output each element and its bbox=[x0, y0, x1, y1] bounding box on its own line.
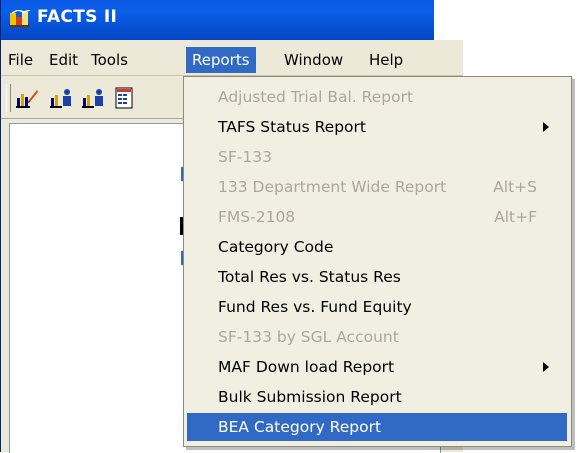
title-bar[interactable]: FACTS II bbox=[1, 0, 463, 40]
menu-file[interactable]: File bbox=[2, 47, 39, 73]
submenu-arrow-icon bbox=[543, 122, 549, 132]
menu-item-133-department-wide[interactable]: 133 Department Wide Report Alt+S bbox=[184, 173, 567, 201]
menu-item-fund-res-vs-fund-equity[interactable]: Fund Res vs. Fund Equity bbox=[184, 293, 567, 321]
window-title: FACTS II bbox=[37, 7, 118, 27]
menu-item-maf-download[interactable]: MAF Down load Report bbox=[184, 353, 567, 381]
submenu-arrow-icon bbox=[543, 362, 549, 372]
chart-user-icon-2[interactable] bbox=[81, 86, 105, 110]
shortcut-label: Alt+F bbox=[494, 208, 537, 226]
title-bar-edge bbox=[434, 0, 463, 40]
menu-item-total-res-vs-status-res[interactable]: Total Res vs. Status Res bbox=[184, 263, 567, 291]
menu-item-category-code[interactable]: Category Code bbox=[184, 233, 567, 261]
app-logo-icon bbox=[10, 10, 31, 27]
menu-reports[interactable]: Reports bbox=[186, 47, 256, 73]
menu-item-sf-133[interactable]: SF-133 bbox=[184, 143, 567, 171]
menu-tools[interactable]: Tools bbox=[85, 47, 134, 73]
menu-item-tafs-status[interactable]: TAFS Status Report bbox=[184, 113, 567, 141]
menu-item-sf-133-by-sgl[interactable]: SF-133 by SGL Account bbox=[184, 323, 567, 351]
menu-item-bea-category[interactable]: BEA Category Report bbox=[187, 413, 567, 441]
menu-item-adjusted-trial-bal[interactable]: Adjusted Trial Bal. Report bbox=[184, 83, 567, 111]
menu-help[interactable]: Help bbox=[363, 47, 409, 73]
reports-menu: Adjusted Trial Bal. Report TAFS Status R… bbox=[183, 76, 572, 447]
menu-item-bulk-submission[interactable]: Bulk Submission Report bbox=[184, 383, 567, 411]
chart-user-icon[interactable] bbox=[49, 86, 73, 110]
toolbar-grip[interactable] bbox=[6, 84, 11, 112]
shortcut-label: Alt+S bbox=[493, 178, 537, 196]
edit-chart-icon[interactable] bbox=[15, 86, 39, 110]
menu-edit[interactable]: Edit bbox=[43, 47, 84, 73]
grid-report-icon[interactable] bbox=[113, 86, 137, 110]
menu-window[interactable]: Window bbox=[278, 47, 349, 73]
menu-item-fms-2108[interactable]: FMS-2108 Alt+F bbox=[184, 203, 567, 231]
